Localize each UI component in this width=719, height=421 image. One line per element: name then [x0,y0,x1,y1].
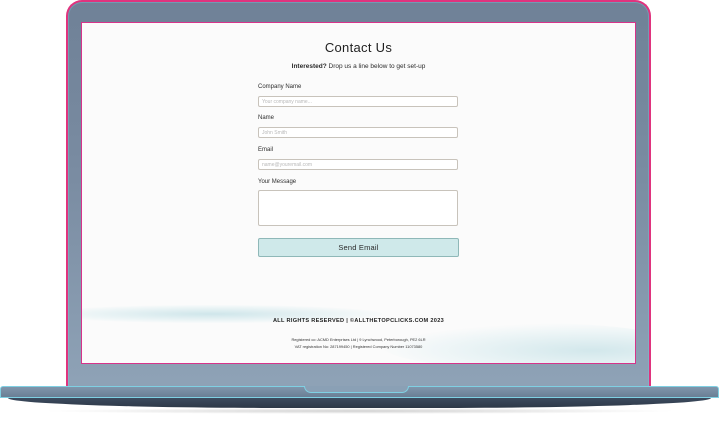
name-input[interactable]: John Smith [258,127,458,138]
page-title: Contact Us [324,40,393,55]
company-name-input[interactable]: Your company name... [258,96,458,107]
laptop-base-bottom [8,398,711,408]
laptop-shadow [40,408,679,414]
page-subtitle: Interested? Drop us a line below to get … [82,63,635,70]
subtitle-bold: Interested? [291,63,327,70]
footer-registered: Registered co: ACMD Enterprises Ltd | 9 … [291,337,426,342]
email-input[interactable]: name@youremail.com [258,159,458,170]
company-name-label: Company Name [258,84,302,90]
laptop-notch [304,386,409,393]
message-textarea[interactable] [258,190,458,226]
email-label: Email [258,147,274,153]
footer-rights: ALL RIGHTS RESERVED | ©ALLTHETOPCLICKS.C… [272,318,445,324]
message-label: Your Message [258,179,297,185]
name-label: Name [258,115,275,121]
subtitle-text: Drop us a line below to get set-up [326,63,426,70]
send-email-button[interactable]: Send Email [258,238,459,257]
laptop-screen: Contact Us Interested? Drop us a line be… [81,22,636,364]
footer-vat: VAT registration No: 287199450 | Registe… [294,344,423,349]
